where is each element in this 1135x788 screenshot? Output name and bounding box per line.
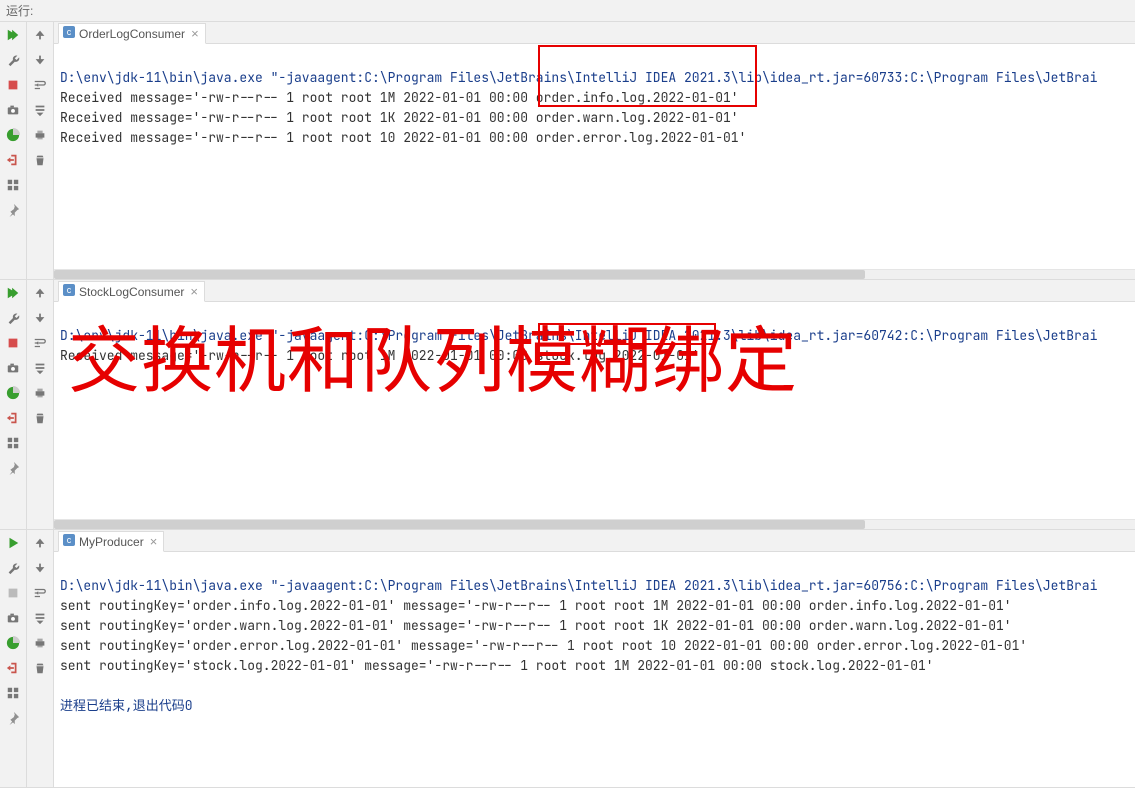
down-arrow-icon[interactable] xyxy=(30,309,50,327)
tab-orderlogconsumer[interactable]: c OrderLogConsumer × xyxy=(58,23,206,44)
soft-wrap-icon[interactable] xyxy=(30,584,50,602)
run-panel-order: c OrderLogConsumer × D:\env\jdk-11\bin\j… xyxy=(0,22,1135,280)
run-panel-producer: c MyProducer × D:\env\jdk-11\bin\java.ex… xyxy=(0,530,1135,788)
pin-icon[interactable] xyxy=(3,709,23,727)
trash-icon[interactable] xyxy=(30,151,50,169)
stop-icon[interactable] xyxy=(3,584,23,602)
profiler-icon[interactable] xyxy=(3,384,23,402)
output-line: sent routingKey='order.warn.log.2022-01-… xyxy=(60,617,1012,634)
soft-wrap-icon[interactable] xyxy=(30,334,50,352)
console-output-stock[interactable]: D:\env\jdk-11\bin\java.exe "-javaagent:C… xyxy=(54,302,1135,519)
exit-icon[interactable] xyxy=(3,151,23,169)
print-icon[interactable] xyxy=(30,126,50,144)
output-line: Received message='-rw-r--r-- 1 root root… xyxy=(60,129,746,146)
trash-icon[interactable] xyxy=(30,409,50,427)
tab-bar-stock: c StockLogConsumer × xyxy=(54,280,1135,302)
run-toolbar-primary xyxy=(0,530,27,787)
run-toolbar-secondary xyxy=(27,530,54,787)
tab-myproducer[interactable]: c MyProducer × xyxy=(58,531,164,552)
output-line: sent routingKey='order.error.log.2022-01… xyxy=(60,637,1027,654)
console-area-order: c OrderLogConsumer × D:\env\jdk-11\bin\j… xyxy=(54,22,1135,279)
run-toolbar-secondary xyxy=(27,22,54,279)
up-arrow-icon[interactable] xyxy=(30,26,50,44)
stop-icon[interactable] xyxy=(3,76,23,94)
scroll-end-icon[interactable] xyxy=(30,609,50,627)
scroll-end-icon[interactable] xyxy=(30,359,50,377)
exit-icon[interactable] xyxy=(3,659,23,677)
class-icon: c xyxy=(63,534,75,549)
up-arrow-icon[interactable] xyxy=(30,284,50,302)
cmd-line: D:\env\jdk-11\bin\java.exe "-javaagent:C… xyxy=(60,327,1097,344)
profiler-icon[interactable] xyxy=(3,634,23,652)
wrench-icon[interactable] xyxy=(3,51,23,69)
output-line: Received message='-rw-r--r-- 1 root root… xyxy=(60,109,739,126)
rerun-icon[interactable] xyxy=(3,284,23,302)
wrench-icon[interactable] xyxy=(3,309,23,327)
output-line: Received message='-rw-r--r-- 1 root root… xyxy=(60,89,739,106)
tab-bar-producer: c MyProducer × xyxy=(54,530,1135,552)
stop-icon[interactable] xyxy=(3,334,23,352)
run-toolbar-secondary xyxy=(27,280,54,529)
class-icon: c xyxy=(63,284,75,299)
tab-bar-order: c OrderLogConsumer × xyxy=(54,22,1135,44)
tab-label: MyProducer xyxy=(79,535,144,549)
run-toolbar-primary xyxy=(0,22,27,279)
svg-text:c: c xyxy=(67,285,72,295)
print-icon[interactable] xyxy=(30,384,50,402)
layout-icon[interactable] xyxy=(3,176,23,194)
horizontal-scrollbar[interactable] xyxy=(54,519,1135,529)
cmd-line: D:\env\jdk-11\bin\java.exe "-javaagent:C… xyxy=(60,69,1097,86)
run-tool-label: 运行: xyxy=(0,0,1135,22)
class-icon: c xyxy=(63,26,75,41)
output-line: Received message='-rw-r--r-- 1 root root… xyxy=(60,347,700,364)
camera-icon[interactable] xyxy=(3,609,23,627)
exit-line: 进程已结束,退出代码0 xyxy=(60,697,193,714)
console-output-order[interactable]: D:\env\jdk-11\bin\java.exe "-javaagent:C… xyxy=(54,44,1135,269)
play-icon[interactable] xyxy=(3,534,23,552)
down-arrow-icon[interactable] xyxy=(30,51,50,69)
output-line: sent routingKey='stock.log.2022-01-01' m… xyxy=(60,657,934,674)
pin-icon[interactable] xyxy=(3,459,23,477)
camera-icon[interactable] xyxy=(3,359,23,377)
camera-icon[interactable] xyxy=(3,101,23,119)
console-output-producer[interactable]: D:\env\jdk-11\bin\java.exe "-javaagent:C… xyxy=(54,552,1135,787)
scroll-end-icon[interactable] xyxy=(30,101,50,119)
close-icon[interactable]: × xyxy=(189,26,201,41)
run-panel-stock: c StockLogConsumer × D:\env\jdk-11\bin\j… xyxy=(0,280,1135,530)
svg-text:c: c xyxy=(67,535,72,545)
profiler-icon[interactable] xyxy=(3,126,23,144)
tab-label: OrderLogConsumer xyxy=(79,27,185,41)
console-area-stock: c StockLogConsumer × D:\env\jdk-11\bin\j… xyxy=(54,280,1135,529)
close-icon[interactable]: × xyxy=(148,534,160,549)
layout-icon[interactable] xyxy=(3,434,23,452)
cmd-line: D:\env\jdk-11\bin\java.exe "-javaagent:C… xyxy=(60,577,1097,594)
down-arrow-icon[interactable] xyxy=(30,559,50,577)
trash-icon[interactable] xyxy=(30,659,50,677)
print-icon[interactable] xyxy=(30,634,50,652)
pin-icon[interactable] xyxy=(3,201,23,219)
run-toolbar-primary xyxy=(0,280,27,529)
svg-text:c: c xyxy=(67,27,72,37)
horizontal-scrollbar[interactable] xyxy=(54,269,1135,279)
output-line: sent routingKey='order.info.log.2022-01-… xyxy=(60,597,1012,614)
console-area-producer: c MyProducer × D:\env\jdk-11\bin\java.ex… xyxy=(54,530,1135,787)
exit-icon[interactable] xyxy=(3,409,23,427)
layout-icon[interactable] xyxy=(3,684,23,702)
soft-wrap-icon[interactable] xyxy=(30,76,50,94)
rerun-icon[interactable] xyxy=(3,26,23,44)
tab-stocklogconsumer[interactable]: c StockLogConsumer × xyxy=(58,281,205,302)
up-arrow-icon[interactable] xyxy=(30,534,50,552)
wrench-icon[interactable] xyxy=(3,559,23,577)
tab-label: StockLogConsumer xyxy=(79,285,184,299)
close-icon[interactable]: × xyxy=(188,284,200,299)
